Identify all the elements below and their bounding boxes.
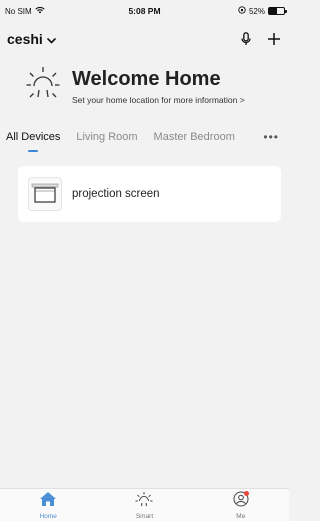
- more-icon[interactable]: •••: [263, 130, 279, 144]
- battery-fill: [269, 8, 277, 14]
- tab-label: Living Room: [76, 131, 138, 143]
- tab-label: Me: [236, 513, 246, 520]
- tab-label: Smart: [135, 513, 154, 520]
- welcome-banner: Welcome Home Set your home location for …: [26, 64, 245, 105]
- tab-label: Master Bedroom: [153, 131, 235, 143]
- header: ceshi: [0, 28, 289, 50]
- notification-dot: [243, 491, 249, 496]
- microphone-icon[interactable]: [241, 32, 251, 46]
- carrier-label: No SIM: [5, 6, 32, 16]
- home-selector[interactable]: ceshi: [7, 31, 56, 47]
- chevron-down-icon: [47, 31, 56, 47]
- wifi-icon: [35, 6, 45, 16]
- projection-screen-icon: [28, 177, 62, 211]
- status-right: 52%: [238, 6, 287, 16]
- orientation-lock-icon: [238, 6, 246, 16]
- status-left: No SIM: [5, 6, 45, 16]
- battery-percent: 52%: [248, 6, 265, 16]
- home-icon: [39, 491, 57, 512]
- header-actions: [241, 32, 281, 46]
- profile-icon: [232, 491, 250, 512]
- sun-icon: [135, 491, 153, 512]
- add-icon[interactable]: [267, 32, 281, 46]
- sun-icon: [26, 64, 60, 105]
- active-tab-indicator: [28, 150, 39, 152]
- battery-icon: [268, 7, 287, 15]
- tab-label: All Devices: [6, 131, 61, 143]
- welcome-text: Welcome Home Set your home location for …: [72, 64, 245, 105]
- bottom-tab-smart[interactable]: Smart: [114, 489, 174, 520]
- bottom-tab-bar: Home Smart Me: [0, 488, 289, 521]
- status-bar: No SIM 5:08 PM 52%: [0, 0, 289, 22]
- bottom-tab-home[interactable]: Home: [18, 489, 78, 520]
- device-name: projection screen: [72, 188, 160, 200]
- tab-master-bedroom[interactable]: Master Bedroom: [154, 131, 235, 143]
- welcome-title: Welcome Home: [72, 68, 221, 90]
- tab-living-room[interactable]: Living Room: [76, 131, 137, 143]
- device-card[interactable]: projection screen: [18, 166, 281, 222]
- home-name: ceshi: [7, 31, 43, 47]
- room-tabs: All Devices Living Room Master Bedroom •…: [0, 130, 289, 157]
- bottom-tab-me[interactable]: Me: [211, 489, 271, 520]
- set-location-link[interactable]: Set your home location for more informat…: [72, 95, 245, 105]
- tab-label: Home: [39, 513, 57, 520]
- tab-all-devices[interactable]: All Devices: [6, 131, 61, 152]
